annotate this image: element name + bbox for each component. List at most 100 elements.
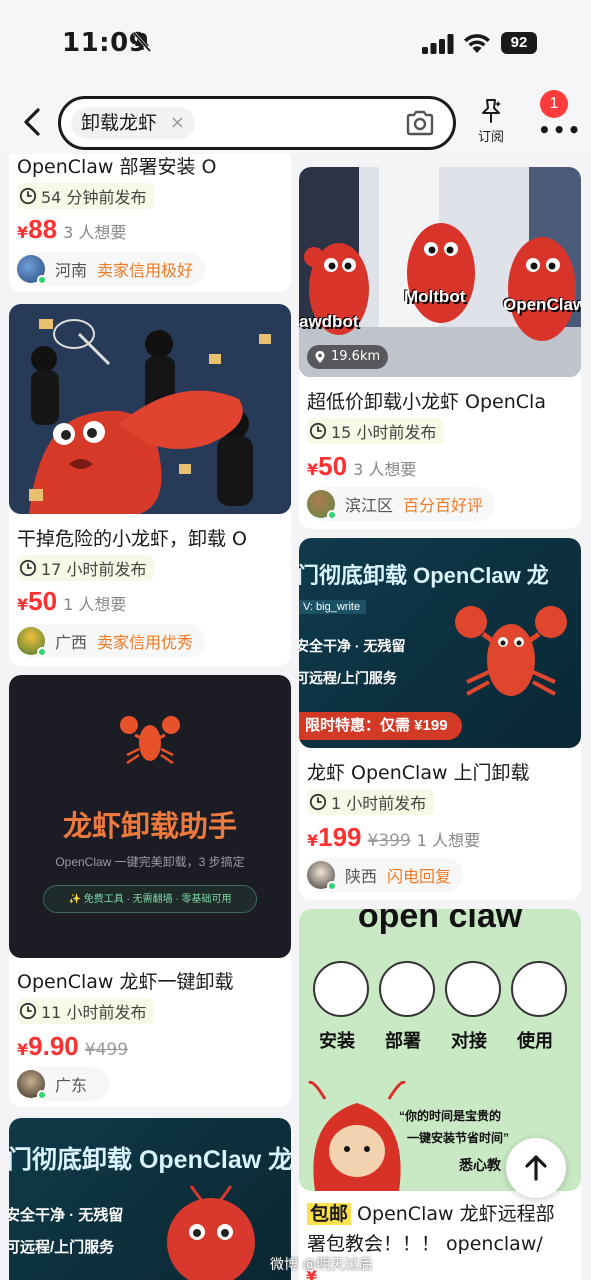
product-card[interactable]: awdbot Moltbot OpenClaw 19.6km 超低价卸载小龙虾 … (299, 167, 581, 529)
image-line-1: 安全干净 · 无残留 (299, 638, 406, 654)
original-price: ¥399 (367, 831, 411, 851)
battery-indicator: 92 (501, 32, 537, 54)
notification-badge: 1 (540, 90, 568, 118)
arrow-up-icon (525, 1155, 547, 1181)
steps-row: 安装 部署 对接 使用 (313, 961, 569, 1051)
original-price: ¥499 (84, 1040, 129, 1060)
online-dot (37, 647, 47, 657)
scroll-to-top-button[interactable] (506, 1138, 566, 1198)
clock-icon (19, 187, 37, 205)
connect-step-icon (445, 961, 501, 1017)
image-quote-2: 一键安装节省时间” (407, 1131, 510, 1145)
image-wechat: V: big_write (299, 600, 367, 614)
search-input[interactable]: 卸载龙虾 × (58, 96, 456, 150)
price: 50 (318, 451, 348, 481)
seller-tag: 百分百好评 (403, 496, 484, 515)
location-pin-icon (315, 351, 325, 363)
product-image (9, 304, 291, 514)
lobster-cartoon-illustration (9, 304, 291, 514)
price: 50 (28, 586, 58, 616)
product-card[interactable]: OpenClaw 部署安装 O 54 分钟前发布 ¥ 88 3 人想要 河南 卖… (9, 154, 291, 292)
mascot-label-a: awdbot (299, 312, 359, 331)
seller-info[interactable]: 河南 卖家信用极好 (17, 252, 206, 286)
product-image: 门彻底卸载 OpenClaw 龙 V: big_write 安全干净 · 无残留… (299, 538, 581, 748)
product-title-line-2: 署包教会！！！ openclaw/ (307, 1233, 543, 1255)
seller-info[interactable]: 陕西 闪电回复 (307, 858, 464, 892)
avatar (17, 255, 47, 285)
product-title: OpenClaw 龙虾一键卸载 (17, 971, 234, 993)
bell-muted-icon (132, 32, 152, 52)
seller-info[interactable]: 广东 (17, 1067, 110, 1101)
product-card[interactable]: 门彻底卸载 OpenClaw 龙 安全干净 · 无残留 可远程/上门服务 (9, 1118, 291, 1280)
mascot-label-c: OpenClaw (503, 295, 581, 314)
seller-tag: 卖家信用优秀 (97, 633, 194, 652)
product-title: 包邮 OpenClaw 龙虾远程部 (307, 1199, 579, 1226)
subscribe-label: 订阅 (477, 130, 504, 145)
image-headline: open claw (357, 909, 523, 935)
camera-icon[interactable] (405, 109, 435, 137)
online-dot (37, 275, 47, 285)
product-image: awdbot Moltbot OpenClaw 19.6km (299, 167, 581, 377)
product-title: 干掉危险的小龙虾，卸载 O (17, 528, 247, 550)
product-card[interactable]: 龙虾卸载助手 OpenClaw 一键完美卸载，3 步搞定 ✨ 免费工具 · 无需… (9, 675, 291, 1107)
seller-info[interactable]: 广西 卖家信用优秀 (17, 624, 206, 658)
seller-region: 河南 (55, 261, 88, 280)
cellular-signal-icon (422, 34, 454, 54)
publish-time: 15 小时前发布 (307, 418, 445, 444)
image-promo: 限时特惠：仅需 ¥199 (299, 712, 462, 740)
price: 199 (318, 822, 362, 852)
publish-time: 1 小时前发布 (307, 789, 435, 815)
product-title: OpenClaw 部署安装 O (17, 156, 217, 178)
product-card[interactable]: 干掉危险的小龙虾，卸载 O 17 小时前发布 ¥ 50 1 人想要 广西 卖家信… (9, 304, 291, 666)
seller-region: 广东 (55, 1076, 88, 1095)
search-header: 卸载龙虾 × 订阅 ••• 1 (0, 90, 591, 154)
status-bar: 11:09 92 (0, 0, 591, 92)
avatar (17, 1070, 47, 1100)
search-query-text: 卸载龙虾 (81, 112, 158, 134)
clock-icon (19, 559, 37, 577)
product-feed[interactable]: OpenClaw 部署安装 O 54 分钟前发布 ¥ 88 3 人想要 河南 卖… (0, 154, 591, 1280)
clock-icon (19, 1002, 37, 1020)
online-dot (37, 1090, 47, 1100)
more-dots-icon: ••• (538, 118, 583, 142)
image-feature-pill: ✨ 免费工具 · 无需翻墙 · 零基础可用 (43, 885, 257, 913)
product-image: 门彻底卸载 OpenClaw 龙 安全干净 · 无残留 可远程/上门服务 (9, 1118, 291, 1280)
product-card[interactable]: open claw 安装 部署 对接 使用 “你的时间是宝贵的 一键安装节省时间… (299, 909, 581, 1280)
publish-time: 11 小时前发布 (17, 998, 155, 1024)
step-label: 安装 (319, 1031, 355, 1051)
use-step-icon (511, 961, 567, 1017)
lobster-icon (120, 716, 180, 765)
search-query-chip[interactable]: 卸载龙虾 × (71, 107, 196, 139)
seller-tag: 卖家信用极好 (97, 261, 194, 280)
more-menu-button[interactable]: ••• 1 (530, 90, 580, 144)
image-quote-1: “你的时间是宝贵的 (399, 1109, 502, 1123)
step-label: 部署 (385, 1031, 421, 1051)
mascot-label-b: Moltbot (404, 287, 466, 306)
want-count: 1 人想要 (63, 595, 127, 614)
distance-badge: 19.6km (307, 345, 389, 369)
cartoon-character-lobster-costume (307, 1080, 407, 1191)
price: 9.90 (28, 1031, 79, 1061)
publish-time: 17 小时前发布 (17, 555, 155, 581)
lobster-illustration (455, 606, 567, 696)
avatar (17, 627, 47, 657)
subscribe-button[interactable]: 订阅 (470, 98, 512, 145)
online-dot (327, 510, 337, 520)
product-title: 超低价卸载小龙虾 OpenCla (307, 391, 546, 413)
image-headline: 龙虾卸载助手 (62, 811, 237, 843)
deploy-step-icon (379, 961, 435, 1017)
avatar (307, 861, 337, 891)
price-row: ¥ 199 ¥399 1 人想要 (307, 822, 481, 852)
clock-icon (309, 422, 327, 440)
free-shipping-tag: 包邮 (307, 1203, 352, 1225)
image-sign: 悉心教 (459, 1157, 501, 1173)
image-subtitle: OpenClaw 一键完美卸载，3 步搞定 (55, 855, 245, 869)
seller-region: 滨江区 (345, 496, 394, 515)
wifi-icon (464, 34, 490, 53)
back-arrow-icon[interactable] (18, 106, 46, 138)
product-card[interactable]: 门彻底卸载 OpenClaw 龙 V: big_write 安全干净 · 无残留… (299, 538, 581, 900)
seller-info[interactable]: 滨江区 百分百好评 (307, 487, 496, 521)
clear-query-icon[interactable]: × (170, 107, 185, 139)
online-dot (327, 881, 337, 891)
image-line-2: 可远程/上门服务 (299, 670, 397, 686)
